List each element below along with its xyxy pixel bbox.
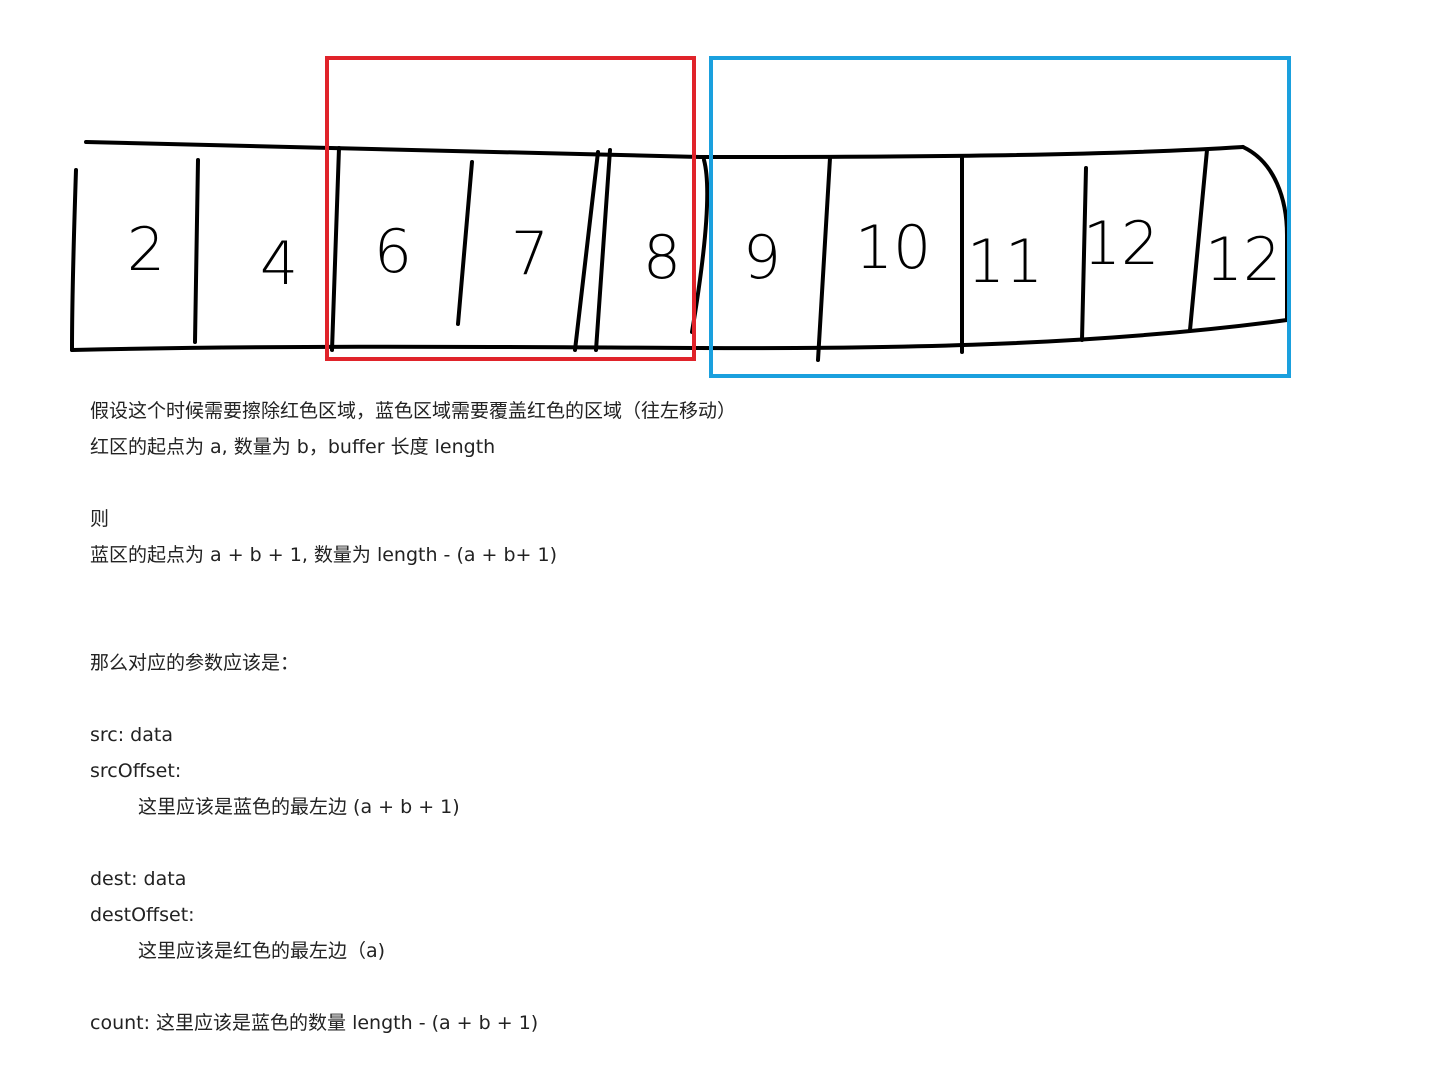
red-region-box <box>325 56 696 361</box>
note-line: dest: data <box>90 868 187 890</box>
cell-number: 12 <box>1083 209 1159 279</box>
note-line: count: 这里应该是蓝色的数量 length - (a + b + 1) <box>90 1012 539 1034</box>
cell-number: 6 <box>374 217 412 287</box>
array-outline-bottom <box>70 318 1289 352</box>
cell-number: 8 <box>643 223 681 293</box>
note-line: src: data <box>90 724 173 746</box>
cell-number: 4 <box>260 229 298 299</box>
note-line: 这里应该是红色的最左边（a) <box>138 940 386 962</box>
cell-number: 11 <box>967 227 1043 297</box>
note-line: 则 <box>90 508 110 530</box>
array-outline-left <box>70 168 78 352</box>
note-line: 那么对应的参数应该是： <box>90 652 300 674</box>
note-line: 这里应该是蓝色的最左边 (a + b + 1) <box>138 796 460 818</box>
note-line: destOffset: <box>90 904 195 926</box>
array-outline-top <box>84 140 1245 159</box>
divider-4a <box>573 150 600 352</box>
divider-1 <box>193 158 200 344</box>
cell-number: 7 <box>511 219 549 289</box>
cell-number: 2 <box>127 215 165 285</box>
array-diagram: 2 4 6 7 8 9 10 11 12 12 <box>70 56 1291 378</box>
note-line: 蓝区的起点为 a + b + 1, 数量为 length - (a + b+ 1… <box>90 544 558 566</box>
cell-number: 12 <box>1205 225 1281 295</box>
divider-3 <box>456 160 474 326</box>
divider-6 <box>816 156 832 362</box>
note-line: 假设这个时候需要擦除红色区域，蓝色区域需要覆盖红色的区域（往左移动） <box>90 400 737 422</box>
cell-number: 9 <box>743 223 781 293</box>
notes-text: 假设这个时候需要擦除红色区域，蓝色区域需要覆盖红色的区域（往左移动） 红区的起点… <box>90 393 1390 1041</box>
cell-number: 10 <box>855 213 931 283</box>
note-line: 红区的起点为 a, 数量为 b，buffer 长度 length <box>90 436 496 458</box>
note-line: srcOffset: <box>90 760 182 782</box>
divider-4b <box>594 148 612 352</box>
divider-2 <box>330 146 341 352</box>
